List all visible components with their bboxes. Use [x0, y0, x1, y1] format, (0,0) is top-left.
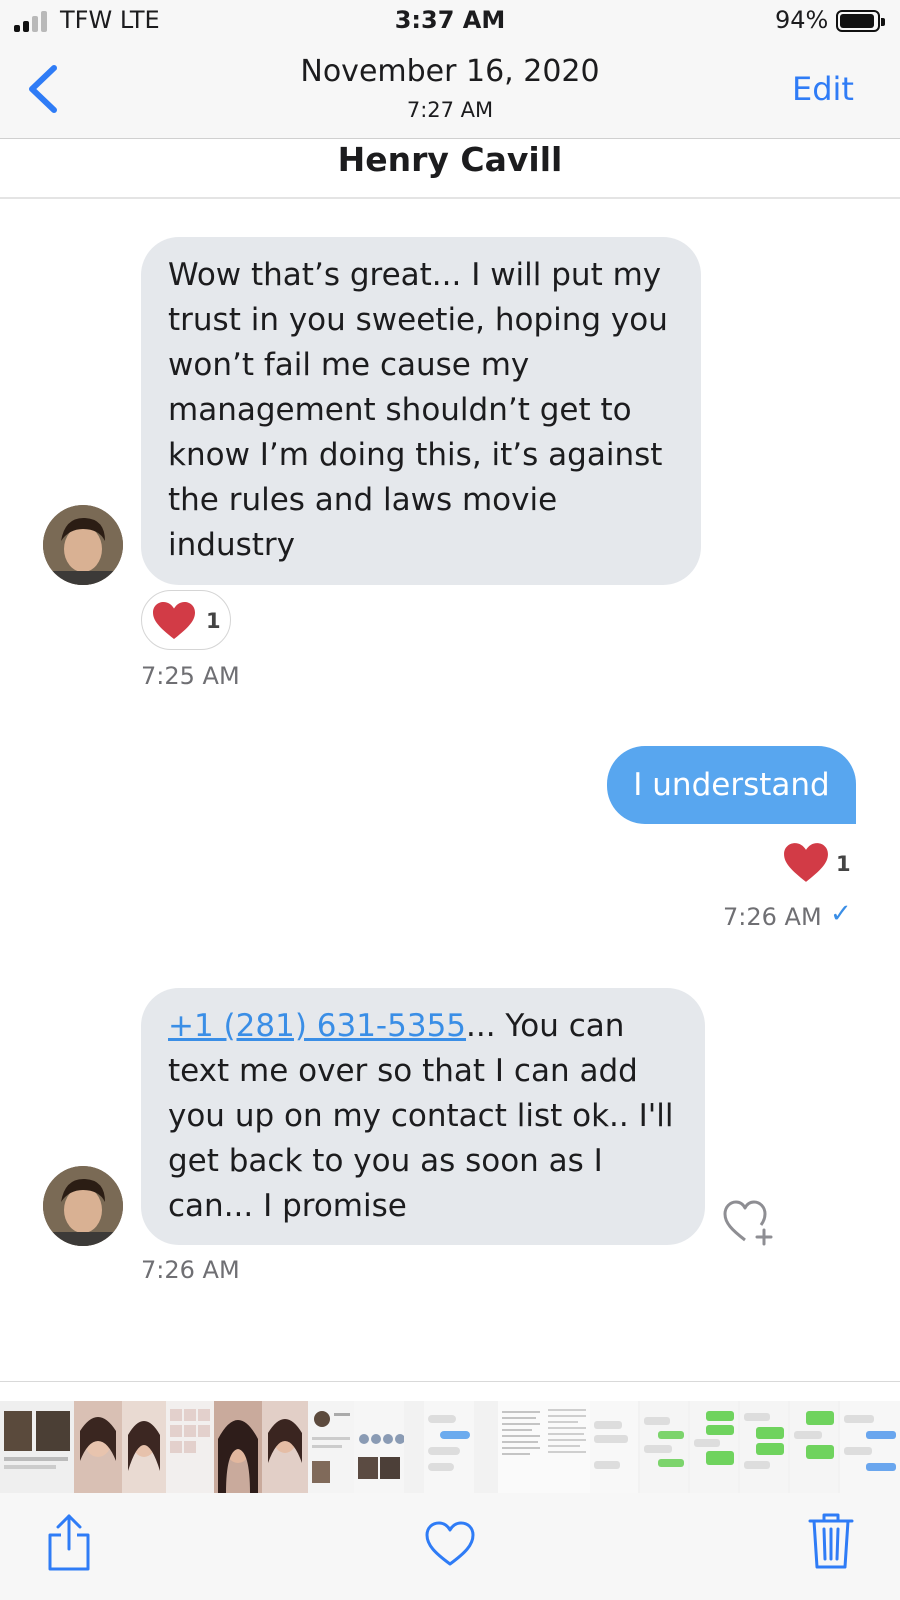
- header-divider: [0, 197, 900, 199]
- message-line: can... I promise: [168, 1188, 407, 1224]
- heart-icon[interactable]: [783, 842, 829, 884]
- photo-thumbnail[interactable]: [498, 1401, 544, 1493]
- edit-button[interactable]: Edit: [792, 70, 854, 108]
- photo-thumbnail[interactable]: [0, 1401, 74, 1493]
- photo-thumbnail[interactable]: [544, 1401, 590, 1493]
- message-line: you up on my contact list ok.. I'll: [168, 1098, 674, 1134]
- contact-name: Henry Cavill: [337, 140, 563, 179]
- phone-number-link[interactable]: +1 (281) 631-5355: [168, 1008, 466, 1044]
- message-line: won’t fail me cause my: [168, 347, 530, 383]
- photo-thumbnail[interactable]: [354, 1401, 405, 1493]
- message-timestamp: 7:26 AM: [723, 903, 822, 931]
- reaction-count: 1: [206, 609, 221, 633]
- reaction-badge[interactable]: 1: [141, 590, 231, 650]
- photo-thumbnail[interactable]: [424, 1401, 474, 1493]
- screenshot-time: 7:27 AM: [406, 98, 494, 122]
- strip-divider: [0, 1381, 900, 1382]
- screenshot-date: November 16, 2020: [300, 54, 600, 89]
- message-line: know I’m doing this, it’s against: [168, 437, 663, 473]
- navigation-bar: November 16, 2020 7:27 AM Edit: [0, 44, 900, 139]
- heart-icon: [153, 602, 195, 639]
- heart-plus-icon[interactable]: [723, 1198, 777, 1246]
- reaction-count: 1: [836, 852, 851, 876]
- message-line: get back to you as soon as I: [168, 1143, 603, 1179]
- photo-thumbnail[interactable]: [214, 1401, 262, 1493]
- message-line: industry: [168, 527, 295, 563]
- photo-thumbnail[interactable]: [166, 1401, 214, 1493]
- trash-icon[interactable]: [808, 1511, 854, 1571]
- message-timestamp: 7:26 AM: [141, 1256, 240, 1284]
- avatar[interactable]: [43, 1166, 123, 1246]
- status-bar: TFW LTE 3:37 AM 94%: [0, 0, 900, 44]
- battery-percent: 94%: [775, 6, 829, 34]
- photo-thumbnail[interactable]: [790, 1401, 838, 1493]
- message-bubble-incoming[interactable]: Wow that’s great... I will put my trust …: [141, 237, 701, 585]
- message-line: +1 (281) 631-5355... You can: [168, 1004, 681, 1049]
- message-text: ... You can: [466, 1008, 625, 1044]
- share-icon[interactable]: [46, 1513, 92, 1573]
- photo-thumbnail[interactable]: [590, 1401, 638, 1493]
- message-text: I understand: [633, 767, 830, 803]
- message-line: text me over so that I can add: [168, 1053, 638, 1089]
- message-line: management shouldn’t get to: [168, 392, 632, 428]
- photo-thumbnail[interactable]: [690, 1401, 738, 1493]
- photo-thumbnail[interactable]: [740, 1401, 788, 1493]
- message-bubble-outgoing[interactable]: I understand: [607, 746, 856, 824]
- photo-filmstrip[interactable]: [0, 1401, 900, 1493]
- message-timestamp: 7:25 AM: [141, 662, 240, 690]
- photo-thumbnail[interactable]: [122, 1401, 166, 1493]
- battery-icon: [836, 10, 885, 32]
- message-bubble-incoming[interactable]: +1 (281) 631-5355... You can text me ove…: [141, 988, 705, 1245]
- message-line: the rules and laws movie: [168, 482, 558, 518]
- photo-thumbnail[interactable]: [640, 1401, 688, 1493]
- photo-thumbnail[interactable]: [840, 1401, 900, 1493]
- status-time: 3:37 AM: [394, 6, 506, 34]
- message-line: trust in you sweetie, hoping you: [168, 302, 668, 338]
- message-line: Wow that’s great... I will put my: [168, 257, 662, 293]
- photo-thumbnail[interactable]: [308, 1401, 354, 1493]
- photo-thumbnail[interactable]: [262, 1401, 308, 1493]
- photo-thumbnail[interactable]: [74, 1401, 122, 1493]
- avatar[interactable]: [43, 505, 123, 585]
- checkmark-icon: ✓: [830, 899, 852, 929]
- heart-outline-icon[interactable]: [425, 1521, 475, 1567]
- bottom-toolbar: [0, 1493, 900, 1600]
